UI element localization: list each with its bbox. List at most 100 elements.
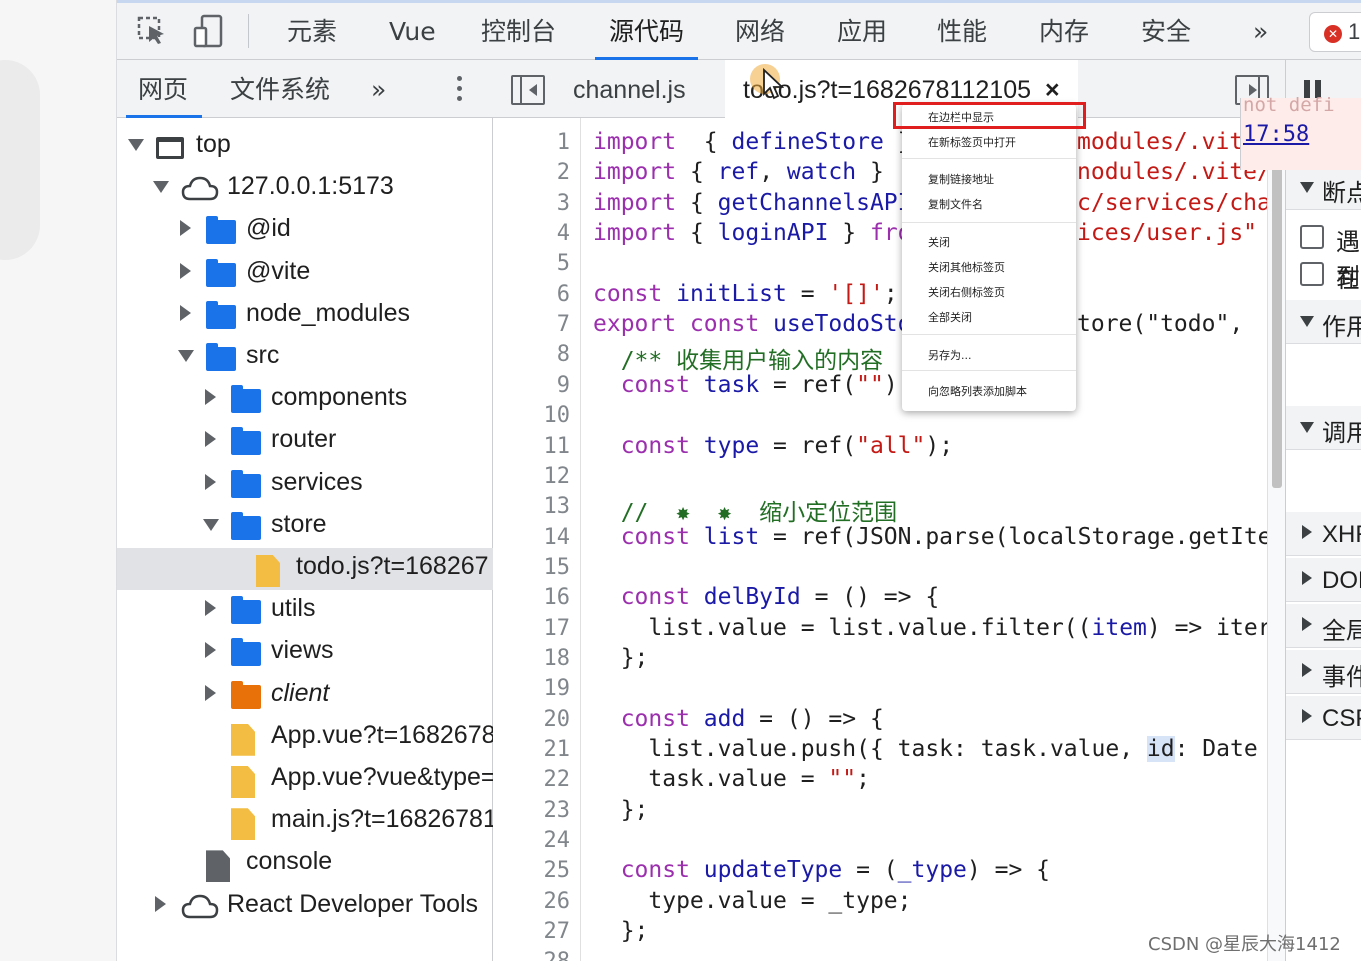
line-number[interactable]: 23 <box>544 798 571 823</box>
timestamp-link[interactable]: 17:58 <box>1243 122 1309 147</box>
tree-item[interactable]: store <box>117 506 493 548</box>
line-number[interactable]: 20 <box>544 707 571 732</box>
line-number[interactable]: 9 <box>557 373 570 398</box>
debugger-checkbox-row[interactable]: 在 <box>1286 253 1361 295</box>
close-tab-icon[interactable]: × <box>1045 76 1060 104</box>
collapsed-arrow-icon[interactable] <box>180 220 191 237</box>
kebab-menu-icon[interactable] <box>455 76 463 104</box>
tree-item[interactable]: @vite <box>117 253 493 295</box>
tree-item[interactable]: components <box>117 379 493 421</box>
tree-item[interactable]: utils <box>117 590 493 632</box>
line-number[interactable]: 27 <box>544 919 571 944</box>
collapsed-arrow-icon[interactable] <box>205 473 216 490</box>
tree-item[interactable]: top <box>117 126 493 168</box>
line-number[interactable]: 10 <box>544 403 571 428</box>
line-number[interactable]: 17 <box>544 616 571 641</box>
collapsed-arrow-icon[interactable] <box>155 895 166 912</box>
debugger-section-header[interactable]: XHR <box>1286 512 1361 556</box>
toggle-navigator-icon[interactable] <box>511 75 545 105</box>
tree-item[interactable]: App.vue?vue&type= <box>117 759 495 801</box>
debugger-section-header[interactable]: 作用 <box>1286 300 1361 344</box>
expanded-arrow-icon[interactable] <box>203 518 219 531</box>
line-number[interactable]: 25 <box>544 858 571 883</box>
line-number[interactable]: 12 <box>544 464 571 489</box>
more-tabs-button[interactable]: » <box>1253 0 1268 60</box>
debugger-section-header[interactable]: 全局 <box>1286 604 1361 648</box>
tree-item[interactable]: App.vue?t=1682678 <box>117 717 496 759</box>
line-number[interactable]: 6 <box>557 282 570 307</box>
line-number[interactable]: 15 <box>544 555 571 580</box>
scrollbar-thumb[interactable] <box>1272 158 1282 488</box>
expanded-arrow-icon[interactable] <box>128 139 144 151</box>
editor-tab-channel[interactable]: channel.js <box>573 60 686 118</box>
collapsed-arrow-icon[interactable] <box>205 431 216 448</box>
toolbar-tab[interactable]: 应用 <box>837 0 887 60</box>
line-number[interactable]: 14 <box>544 525 571 550</box>
line-number[interactable]: 16 <box>544 585 571 610</box>
collapsed-arrow-icon[interactable] <box>205 642 216 659</box>
context-menu-item[interactable]: 另存为... <box>928 347 972 363</box>
tree-item[interactable]: src <box>117 337 493 379</box>
toolbar-tab[interactable]: 性能 <box>937 0 987 60</box>
navigator-more-button[interactable]: » <box>371 60 386 118</box>
context-menu-item[interactable]: 关闭其他标签页 <box>928 259 1005 275</box>
tree-item[interactable]: 127.0.0.1:5173 <box>117 168 493 210</box>
line-number[interactable]: 24 <box>544 828 571 853</box>
device-toolbar-icon[interactable] <box>191 14 225 48</box>
context-menu-item[interactable]: 全部关闭 <box>928 309 972 325</box>
debugger-section-header[interactable]: 调用 <box>1286 406 1361 450</box>
collapsed-arrow-icon[interactable] <box>205 600 216 617</box>
tab-page[interactable]: 网页 <box>125 60 203 118</box>
inspect-element-icon[interactable] <box>135 14 169 48</box>
line-number[interactable]: 21 <box>544 737 571 762</box>
toolbar-tab[interactable]: 控制台 <box>481 0 556 60</box>
tree-item[interactable]: console <box>117 843 493 885</box>
line-number[interactable]: 28 <box>544 949 571 961</box>
tree-item[interactable]: services <box>117 464 493 506</box>
debugger-section-header[interactable]: 断点 <box>1286 166 1361 210</box>
debugger-checkbox-row[interactable]: 遇到 <box>1286 216 1361 291</box>
checkbox[interactable] <box>1300 225 1324 249</box>
toolbar-tab[interactable]: 网络 <box>735 0 785 60</box>
collapsed-arrow-icon[interactable] <box>180 262 191 279</box>
toolbar-tab[interactable]: Vue <box>389 0 436 60</box>
toolbar-tab[interactable]: 安全 <box>1141 0 1191 60</box>
line-number[interactable]: 4 <box>557 221 570 246</box>
context-menu-item[interactable]: 关闭 <box>928 234 950 250</box>
editor-scrollbar[interactable] <box>1267 118 1285 961</box>
tab-filesystem[interactable]: 文件系统 <box>230 60 330 118</box>
context-menu-item[interactable]: 在新标签页中打开 <box>928 134 1016 150</box>
context-menu-item[interactable]: 向忽略列表添加脚本 <box>928 383 1027 399</box>
tree-item[interactable]: client <box>117 675 493 717</box>
line-number[interactable]: 19 <box>544 676 571 701</box>
line-number[interactable]: 18 <box>544 646 571 671</box>
collapsed-arrow-icon[interactable] <box>180 304 191 321</box>
error-counter[interactable]: ✕ 1 <box>1309 12 1361 52</box>
debugger-section-header[interactable]: DOM <box>1286 558 1361 602</box>
tree-item[interactable]: @id <box>117 210 493 252</box>
tree-item[interactable]: React Developer Tools <box>117 886 493 928</box>
collapsed-arrow-icon[interactable] <box>205 389 216 406</box>
tree-item[interactable]: views <box>117 632 493 674</box>
line-number[interactable]: 5 <box>557 251 570 276</box>
tree-item[interactable]: node_modules <box>117 295 493 337</box>
tree-item[interactable]: todo.js?t=168267 <box>117 548 493 590</box>
line-number[interactable]: 2 <box>557 160 570 185</box>
line-number[interactable]: 8 <box>557 342 570 367</box>
tree-item[interactable]: main.js?t=16826781 <box>117 801 497 843</box>
toolbar-tab[interactable]: 内存 <box>1039 0 1089 60</box>
checkbox[interactable] <box>1300 262 1324 286</box>
toolbar-tab[interactable]: 源代码 <box>594 0 699 60</box>
tree-item[interactable]: router <box>117 421 493 463</box>
line-number[interactable]: 26 <box>544 889 571 914</box>
collapsed-arrow-icon[interactable] <box>205 684 216 701</box>
expanded-arrow-icon[interactable] <box>178 350 194 362</box>
line-number[interactable]: 3 <box>557 191 570 216</box>
line-number[interactable]: 13 <box>544 494 571 519</box>
line-number[interactable]: 22 <box>544 767 571 792</box>
line-number[interactable]: 1 <box>557 130 570 155</box>
toolbar-tab[interactable]: 元素 <box>287 0 337 60</box>
context-menu-item[interactable]: 关闭右侧标签页 <box>928 284 1005 300</box>
expanded-arrow-icon[interactable] <box>153 181 169 194</box>
context-menu-item[interactable]: 复制文件名 <box>928 196 983 212</box>
